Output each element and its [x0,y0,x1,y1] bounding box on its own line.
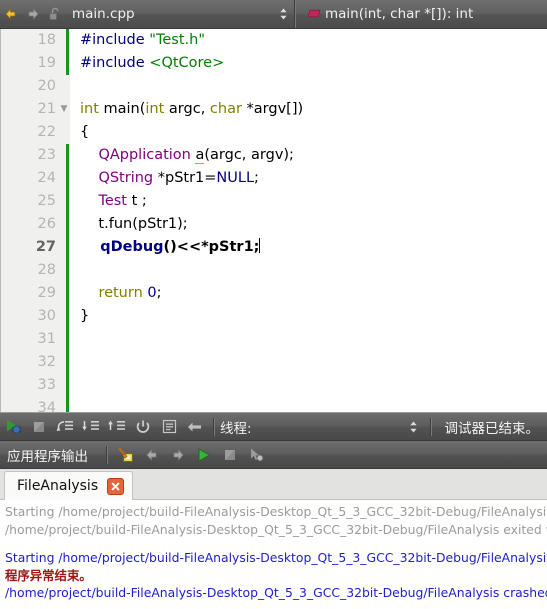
line-number: 27 [35,239,56,255]
unlocked-padlock-icon[interactable] [44,3,66,25]
debugger-toolbar: 线程: 调试器已结束。 [0,413,547,441]
updown-chevron-icon[interactable] [274,7,292,21]
step-into-icon[interactable] [78,415,104,439]
application-output-title: 应用程序输出 [7,448,88,465]
output-lines: Starting /home/project/build-FileAnalysi… [5,503,547,602]
code-line-text: t.fun(pStr1); [80,216,188,232]
line-number: 21 [37,101,56,117]
code-editor[interactable]: 18 #include "Test.h" 19 #include <QtCore> 20… [0,29,547,413]
status-divider [429,417,432,436]
run-play-icon[interactable] [191,443,217,467]
step-back-arrow-icon[interactable] [182,415,208,439]
debugger-status-text: 调试器已结束。 [444,420,540,437]
output-line: Starting /home/project/build-FileAnalysi… [5,504,547,519]
code-line[interactable]: 26 t.fun(pStr1); [0,213,547,236]
next-arrow-icon[interactable] [165,443,191,467]
code-line[interactable]: 19 #include <QtCore> [0,52,547,75]
code-line-text: #include <QtCore> [80,55,225,71]
thread-label: 线程: [220,420,252,437]
line-number: 28 [37,262,56,278]
line-number: 20 [37,78,56,94]
code-line[interactable]: 18 #include "Test.h" [0,29,547,52]
text-cursor [259,238,261,253]
stop-square-icon[interactable] [217,443,243,467]
stop-icon[interactable] [26,415,52,439]
function-symbol-icon [303,3,325,25]
back-arrow-icon[interactable] [0,3,22,25]
code-line[interactable]: 33 [0,374,547,397]
editor-toolbar: main.cpp main(int, char *[]): int [0,0,547,29]
clear-broom-icon[interactable] [113,443,139,467]
code-line[interactable]: 25 Test t ; [0,190,547,213]
thread-dropdown-chevron-icon[interactable] [405,420,423,434]
line-number: 25 [37,193,56,209]
code-line[interactable]: 24 QString *pStr1=NULL; [0,167,547,190]
line-number: 22 [37,124,56,140]
previous-arrow-icon[interactable] [139,443,165,467]
line-number: 29 [37,285,56,301]
code-line-text: Test t ; [98,193,147,209]
code-line[interactable]: 21 ▼ int main(int argc, char *argv[]) [0,98,547,121]
line-number: 26 [37,216,56,232]
line-number: 23 [37,147,56,163]
qt-creator-window: main.cpp main(int, char *[]): int 18 #inc… [0,0,547,609]
debug-toolbar-divider [213,417,215,436]
code-line[interactable]: 32 [0,351,547,374]
line-number: 19 [37,55,56,71]
code-line[interactable]: 29 return 0; [0,282,547,305]
code-line[interactable]: 28 [0,259,547,282]
output-spacer [5,538,542,549]
application-output-pane[interactable]: Starting /home/project/build-FileAnalysi… [0,500,547,609]
code-line[interactable]: 30} [0,305,547,328]
step-over-icon[interactable] [52,415,78,439]
output-line: Starting /home/project/build-FileAnalysi… [5,550,547,565]
code-line[interactable]: 23 QApplication a(argc, argv); [0,144,547,167]
output-line: 程序异常结束。 [5,567,92,583]
fold-marker-icon[interactable]: ▼ [58,98,70,121]
output-tab-label: FileAnalysis [17,478,99,494]
code-line-text: int main(int argc, char *argv[]) [80,101,304,117]
code-line-text: #include "Test.h" [80,32,205,48]
code-line-text: QApplication a(argc, argv); [98,147,294,164]
line-number: 30 [37,308,56,324]
line-number: 34 [37,400,56,413]
file-selector-combo[interactable]: main.cpp [66,0,274,28]
code-line[interactable]: 22 { [0,121,547,144]
code-line-text: qDebug()<<*pStr1; [100,238,261,255]
code-line[interactable]: 27 qDebug()<<*pStr1; [0,236,547,259]
function-selector-combo[interactable]: main(int, char *[]): int [296,0,547,28]
output-toolbar-divider [106,445,108,464]
restart-power-icon[interactable] [130,415,156,439]
output-tabstrip: FileAnalysis [0,469,547,500]
code-line[interactable]: 20 [0,75,547,98]
line-number: 24 [37,170,56,186]
current-file-name: main.cpp [72,6,135,22]
current-function-name: main(int, char *[]): int [325,6,474,22]
code-line[interactable]: 31 [0,328,547,351]
instruction-view-icon[interactable] [156,415,182,439]
code-line-text: return 0; [98,285,162,301]
output-tab-fileanalysis[interactable]: FileAnalysis [4,471,134,500]
close-x-icon[interactable] [107,477,125,495]
output-line: /home/project/build-FileAnalysis-Desktop… [5,585,547,600]
line-number: 32 [37,354,56,370]
step-out-icon[interactable] [104,415,130,439]
forward-arrow-icon[interactable] [22,3,44,25]
code-line-text: QString *pStr1=NULL; [98,170,259,186]
output-line: /home/project/build-FileAnalysis-Desktop… [5,521,547,537]
line-number: 31 [37,331,56,347]
code-line-text: } [80,308,90,324]
application-output-toolbar: 应用程序输出 [0,441,547,469]
code-line[interactable]: 34 [0,397,547,413]
code-line-text: { [80,124,90,140]
thread-selector-combo[interactable]: 线程: [220,413,405,440]
line-number: 33 [37,377,56,393]
debug-continue-icon[interactable] [0,415,26,439]
attach-debugger-icon[interactable] [243,443,269,467]
line-number: 18 [37,32,56,48]
